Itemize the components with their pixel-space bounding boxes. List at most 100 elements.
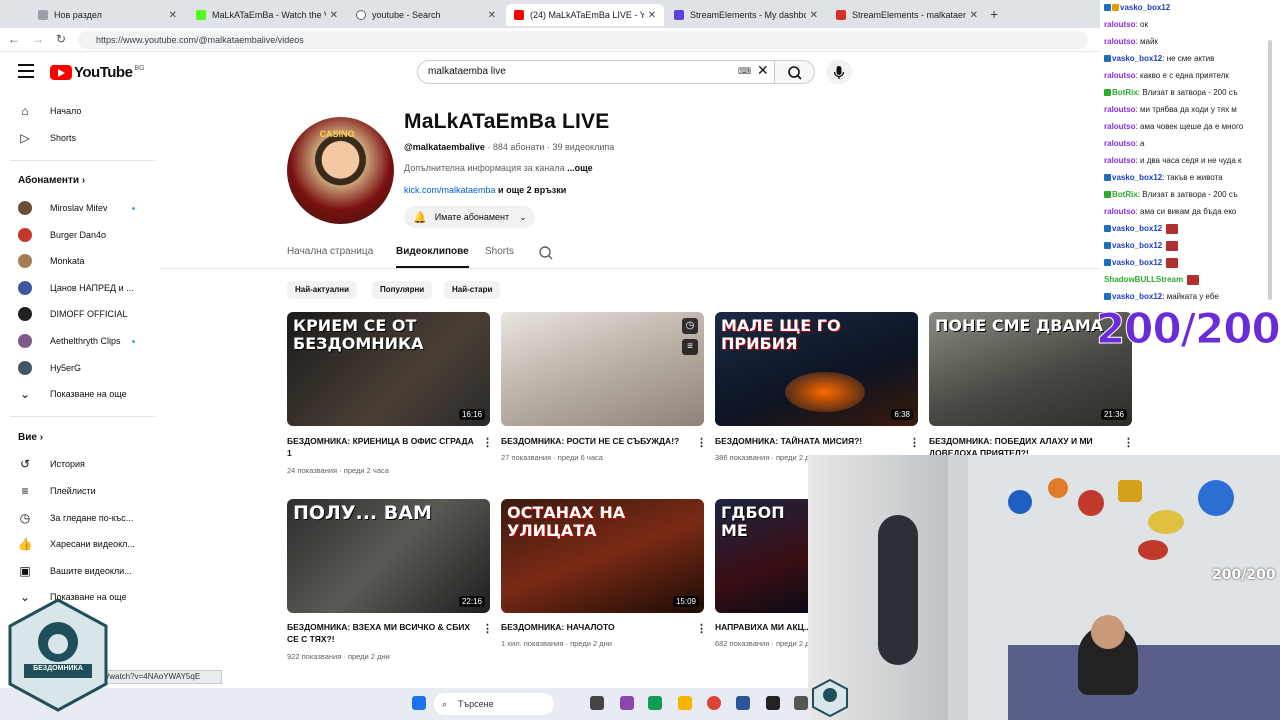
video-thumbnail[interactable]: ПОЛУ... ВАМ 22:16 — [287, 499, 490, 613]
more-options-icon[interactable]: ⋮ — [1123, 436, 1134, 449]
more-link[interactable]: ...още — [567, 163, 593, 173]
sidebar-item-history[interactable]: ↺ История — [18, 453, 85, 475]
channel-links[interactable]: kick.com/malkataemba и още 2 връзки — [404, 185, 566, 195]
playlist-icon: ≡ — [21, 484, 29, 498]
hamburger-menu-icon[interactable] — [18, 64, 34, 78]
keyboard-icon[interactable]: ⌨ — [738, 66, 751, 77]
video-title[interactable]: НАПРАВИХА МИ АКЦ... — [715, 621, 808, 633]
windows-start-icon[interactable] — [412, 696, 426, 710]
live-dot — [132, 340, 135, 343]
sidebar-item-playlists[interactable]: ≡ Плейлисти — [18, 480, 95, 502]
video-meta: 386 показвания · преди 2 дни — [715, 453, 818, 462]
more-options-icon[interactable]: ⋮ — [482, 622, 493, 635]
sidebar-show-more[interactable]: ⌄ Показване на още — [18, 383, 127, 405]
close-icon[interactable]: ✕ — [169, 10, 177, 21]
divider — [10, 160, 155, 161]
video-title[interactable]: БЕЗДОМНИКА: КРИЕНИЦА В ОФИС СГРАДА 1 — [287, 435, 475, 459]
home-icon: ⌂ — [21, 104, 29, 118]
sidebar-item-your-videos[interactable]: ▣ Вашите видеокли... — [18, 560, 131, 582]
close-icon[interactable]: ✕ — [488, 10, 496, 21]
browser-tab[interactable]: MaLkATaEmBa - Watch the VOD o ✕ — [188, 4, 346, 26]
sidebar-item-shorts[interactable]: ▷ Shorts — [18, 127, 76, 149]
sidebar-item-liked[interactable]: 👍 Харесани видеокл... — [18, 533, 135, 555]
subscriptions-heading[interactable]: Абонаменти › — [18, 175, 85, 186]
more-options-icon[interactable]: ⋮ — [482, 436, 493, 449]
sidebar-item-subscription[interactable]: Burger Dan4o — [18, 224, 106, 246]
sidebar-item-subscription[interactable]: DIMOFF OFFICIAL — [18, 303, 128, 325]
back-icon[interactable]: ← — [8, 32, 20, 46]
app-icon[interactable] — [794, 696, 808, 710]
browser-tab[interactable]: youtube - Search ✕ — [348, 4, 504, 26]
video-thumbnail[interactable]: ◷ ≡ — [501, 312, 704, 426]
windows-taskbar: ⌕ Търсене — [0, 688, 808, 720]
subscribed-button[interactable]: 🔔 Имате абонамент ⌄ — [404, 206, 535, 228]
video-thumbnail[interactable]: КРИЕМ СЕ ОТ БЕЗДОМНИКА 16:16 — [287, 312, 490, 426]
app-icon[interactable] — [736, 696, 750, 710]
app-icon[interactable] — [766, 696, 780, 710]
browser-tab[interactable]: StreamElements - malkataemba ✕ — [828, 4, 986, 26]
close-icon[interactable]: ✕ — [330, 10, 338, 21]
browser-tab[interactable]: Нов раздел ✕ — [30, 4, 185, 26]
sidebar-item-subscription[interactable]: Hy5erG — [18, 357, 81, 379]
tab-shorts[interactable]: Shorts — [485, 246, 514, 257]
close-icon[interactable]: ✕ — [970, 10, 978, 21]
video-title[interactable]: БЕЗДОМНИКА: РОСТИ НЕ СЕ СЪБУЖДА!? — [501, 435, 689, 447]
tab-home[interactable]: Начална страница — [287, 246, 373, 257]
video-title[interactable]: БЕЗДОМНИКА: ПОБЕДИХ АЛАХУ И МИ ДОВЕДОХА … — [929, 435, 1117, 457]
copilot-icon[interactable] — [620, 696, 634, 710]
chip-latest[interactable]: Най-актуални — [287, 281, 358, 299]
sidebar-item-subscription[interactable]: Цанов НАПРЕД и ... — [18, 277, 134, 299]
shorts-icon: ▷ — [20, 131, 30, 145]
add-to-queue-icon[interactable]: ≡ — [682, 339, 698, 355]
task-view-icon[interactable] — [590, 696, 604, 710]
chat-line: vasko_box12: такъв е живота — [1104, 171, 1223, 185]
tab-videos[interactable]: Видеоклипове — [396, 246, 469, 257]
more-links[interactable]: и още 2 връзки — [496, 185, 566, 195]
more-options-icon[interactable]: ⋮ — [696, 622, 707, 635]
chip-oldest[interactable]: Най-стари — [444, 281, 501, 299]
youtube-logo[interactable]: YouTube BG — [50, 64, 145, 81]
forward-icon[interactable]: → — [32, 32, 44, 46]
sidebar-item-subscription[interactable]: Aethelthryth Clips — [18, 330, 135, 352]
video-title[interactable]: БЕЗДОМНИКА: ВЗЕХА МИ ВСИЧКО & СБИХ СЕ С … — [287, 621, 475, 645]
new-tab-button[interactable]: + — [990, 6, 998, 22]
video-title[interactable]: БЕЗДОМНИКА: ТАЙНАТА МИСИЯ?! — [715, 435, 903, 447]
close-icon[interactable]: ✕ — [810, 10, 818, 21]
search-button[interactable] — [775, 60, 815, 84]
more-options-icon[interactable]: ⋮ — [696, 436, 707, 449]
search-favicon-icon — [356, 10, 366, 20]
chat-scrollbar[interactable] — [1268, 40, 1272, 300]
url-field[interactable]: https://www.youtube.com/@malkataembalive… — [78, 31, 1088, 49]
avatar — [18, 228, 32, 242]
chip-popular[interactable]: Популярни — [372, 281, 433, 299]
channel-search-icon[interactable] — [538, 245, 554, 266]
tab-label: Нов раздел — [54, 10, 102, 20]
clear-search-icon[interactable]: ✕ — [757, 62, 769, 79]
browser-tab-active[interactable]: (24) MaLkATaEmBa LIVE - YouTube ✕ — [506, 4, 664, 26]
chrome-icon[interactable] — [707, 696, 721, 710]
channel-avatar[interactable]: CASINO — [287, 117, 394, 224]
edge-icon[interactable] — [648, 696, 662, 710]
voice-search-button[interactable] — [826, 60, 852, 84]
channel-description[interactable]: Допълнителна информация за канала ...още — [404, 163, 593, 173]
taskbar-search[interactable]: ⌕ Търсене — [434, 693, 554, 715]
reload-icon[interactable]: ↻ — [56, 32, 66, 46]
file-explorer-icon[interactable] — [678, 696, 692, 710]
watch-later-icon[interactable]: ◷ — [682, 318, 698, 334]
video-thumbnail[interactable]: МАЛЕ ЩЕ ГО ПРИБИЯ 6:38 — [715, 312, 918, 426]
sidebar-item-subscription[interactable]: Monkata — [18, 250, 85, 272]
sidebar-item-watch-later[interactable]: ◷ За гледане по-къс... — [18, 507, 134, 529]
avatar — [18, 201, 32, 215]
more-options-icon[interactable]: ⋮ — [909, 436, 920, 449]
browser-tab[interactable]: StreamElements - My dashboard ✕ — [666, 4, 826, 26]
close-icon[interactable]: ✕ — [648, 10, 656, 21]
video-thumbnail[interactable]: ОСТАНАХ НА УЛИЦАТА 15:09 — [501, 499, 704, 613]
sidebar-item-subscription[interactable]: Miroslav Mitev — [18, 197, 135, 219]
you-heading[interactable]: Вие › — [18, 432, 43, 443]
sidebar-item-home[interactable]: ⌂ Начало — [18, 100, 81, 122]
search-input[interactable]: malkataemba live — [417, 60, 775, 84]
kick-link[interactable]: kick.com/malkataemba — [404, 185, 496, 195]
emote-icon — [1187, 274, 1200, 285]
video-title[interactable]: БЕЗДОМНИКА: НАЧАЛОТО — [501, 621, 689, 633]
video-thumbnail[interactable]: ГДБОП МЕ — [715, 499, 808, 613]
